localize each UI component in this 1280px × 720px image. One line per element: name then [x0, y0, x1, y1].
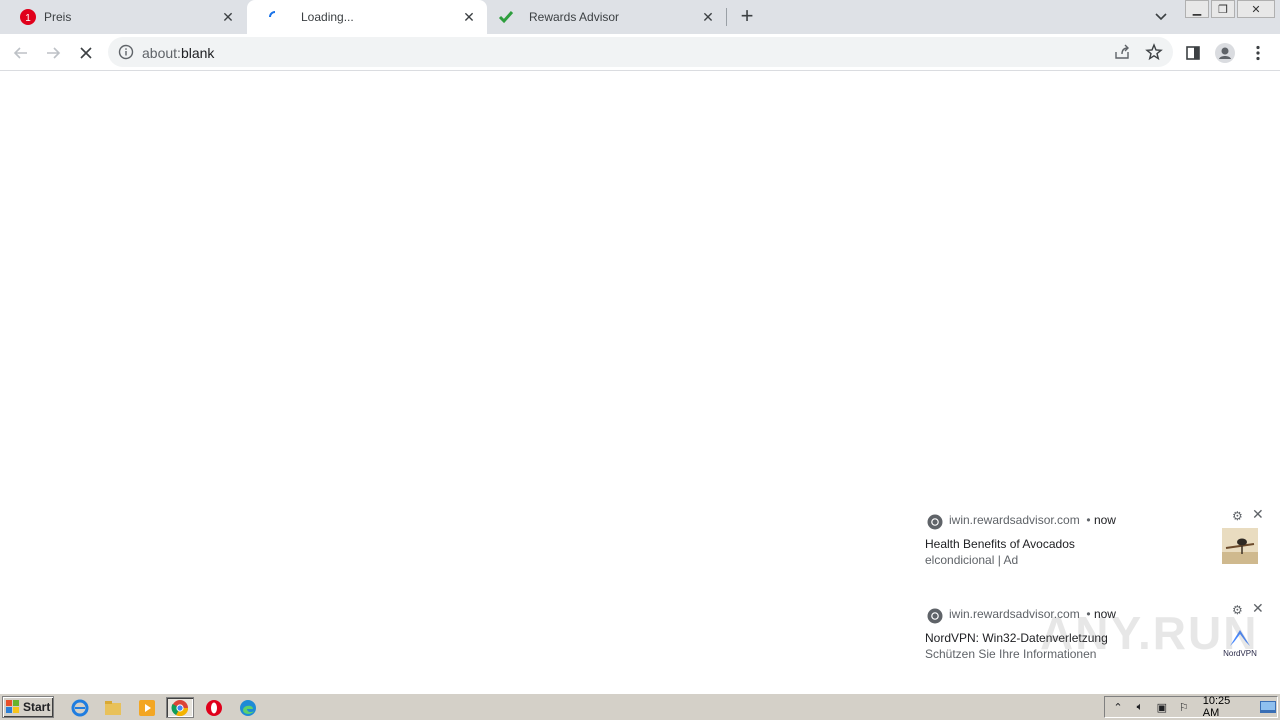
side-panel-icon[interactable] — [1183, 43, 1203, 63]
close-tab-icon[interactable]: ✕ — [220, 9, 236, 25]
opera-icon[interactable] — [200, 697, 228, 718]
back-arrow-icon — [13, 47, 27, 59]
windows-flag-icon — [6, 700, 19, 713]
start-label: Start — [23, 700, 51, 714]
clock[interactable]: 10:25 AM — [1203, 695, 1249, 719]
share-icon[interactable] — [1113, 43, 1131, 61]
restore-button[interactable]: ❐ — [1211, 0, 1235, 18]
tab-search-chevron-icon[interactable] — [1152, 9, 1170, 25]
svg-text:1: 1 — [25, 13, 31, 24]
explorer-folder-icon[interactable] — [99, 697, 127, 718]
network-icon[interactable]: ▣ — [1153, 699, 1171, 715]
window-controls: ▁ ❐ ✕ — [1183, 0, 1275, 18]
system-tray: ⌃ 🔈︎ ▣ ⚐ 10:25 AM — [1104, 695, 1278, 719]
notification-avocados[interactable]: iwin.rewardsadvisor.com • now ⚙ ✕ Health… — [916, 505, 1272, 593]
info-icon[interactable] — [118, 44, 134, 60]
close-window-button[interactable]: ✕ — [1237, 0, 1275, 18]
tab-strip: 1 Preis ✕ Loading... ✕ Rewards Advisor ✕… — [0, 0, 1280, 34]
close-tab-icon[interactable]: ✕ — [700, 9, 716, 25]
notification-title: Health Benefits of Avocados — [925, 537, 1075, 551]
chrome-icon — [927, 608, 943, 624]
tab-separator — [726, 8, 727, 26]
media-player-icon[interactable] — [133, 697, 161, 718]
start-button[interactable]: Start — [2, 696, 54, 718]
browser-toolbar: about:blank — [0, 34, 1280, 71]
menu-kebab-icon[interactable] — [1248, 43, 1268, 63]
bookmark-star-icon[interactable] — [1145, 43, 1163, 61]
close-icon[interactable]: ✕ — [1252, 507, 1266, 521]
url-rest: blank — [180, 45, 215, 61]
show-desktop-icon[interactable] — [1259, 699, 1277, 715]
tab-rewards-advisor[interactable]: Rewards Advisor ✕ — [488, 0, 726, 34]
url-text[interactable]: about:blank — [142, 45, 214, 61]
volume-icon[interactable]: 🔈︎ — [1131, 699, 1149, 715]
notification-source: iwin.rewardsadvisor.com • now — [949, 513, 1116, 527]
bird-on-branch-image — [1222, 528, 1258, 564]
show-hidden-icons-chevron-icon[interactable]: ⌃ — [1109, 699, 1127, 715]
new-tab-button[interactable]: + — [736, 5, 758, 28]
tab-label: Rewards Advisor — [529, 10, 620, 24]
tab-label: Preis — [44, 10, 72, 24]
opera-badge-icon: 1 — [20, 9, 36, 25]
watermark: ANY.RUN — [1040, 607, 1259, 659]
minimize-button[interactable]: ▁ — [1185, 0, 1209, 18]
tab-loading[interactable]: Loading... ✕ — [247, 0, 487, 34]
forward-button[interactable] — [42, 42, 64, 64]
chrome-taskbar-icon[interactable] — [166, 697, 194, 718]
ie-icon[interactable] — [66, 697, 94, 718]
profile-avatar-icon[interactable] — [1215, 43, 1235, 63]
back-button[interactable] — [10, 42, 32, 64]
stop-loading-button[interactable] — [75, 42, 97, 64]
close-tab-icon[interactable]: ✕ — [461, 9, 477, 25]
gear-icon[interactable]: ⚙ — [1232, 509, 1244, 523]
stop-x-icon — [80, 47, 92, 59]
green-check-icon — [498, 9, 514, 25]
tab-preis[interactable]: 1 Preis ✕ — [0, 0, 246, 34]
tab-label: Loading... — [301, 10, 354, 24]
forward-arrow-icon — [47, 47, 61, 59]
url-scheme: about: — [142, 45, 181, 61]
chrome-icon — [927, 514, 943, 530]
loading-spinner-icon — [267, 9, 283, 25]
action-center-flag-icon[interactable]: ⚐ — [1175, 699, 1193, 715]
taskbar: Start ⌃ 🔈︎ ▣ ⚐ 10:25 AM — [0, 693, 1280, 720]
notification-body: elcondicional | Ad — [925, 553, 1019, 567]
address-bar[interactable]: about:blank — [108, 37, 1173, 67]
edge-icon[interactable] — [234, 697, 262, 718]
